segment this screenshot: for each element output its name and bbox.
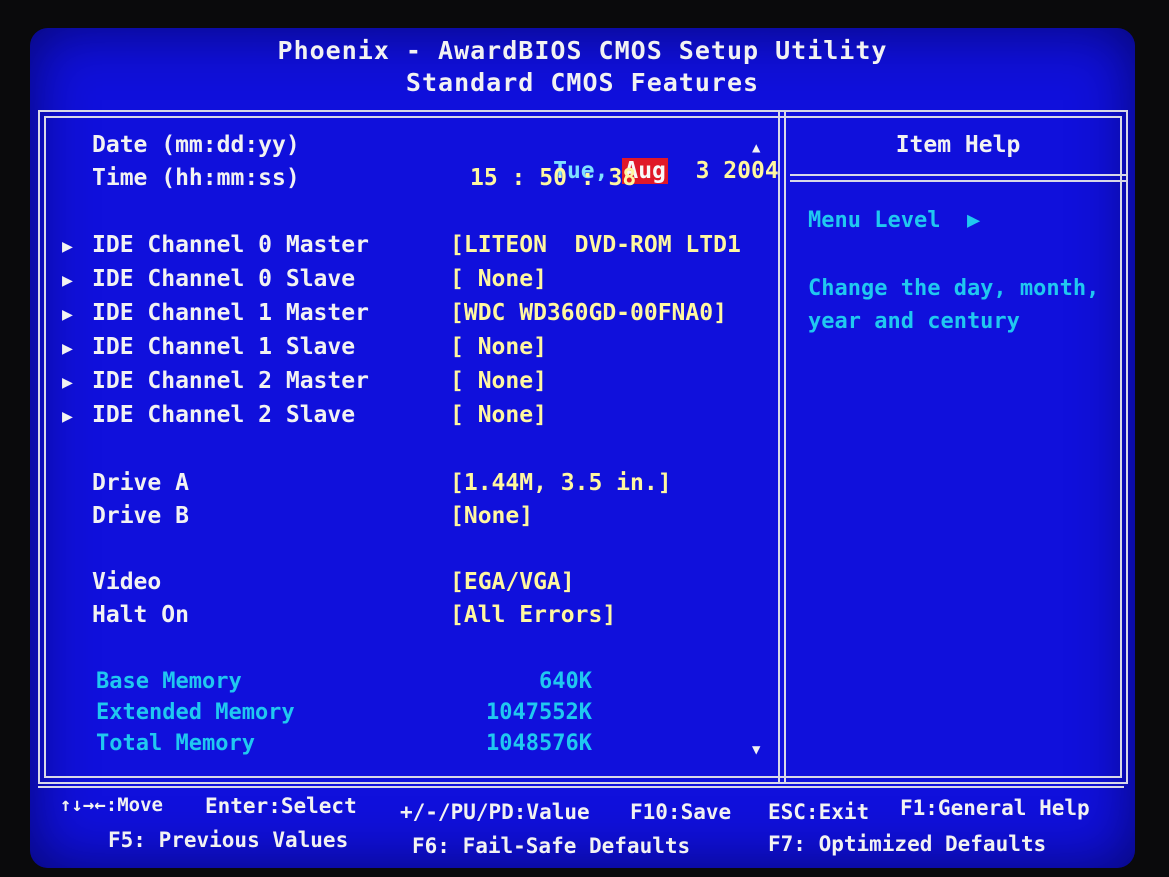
drive-a-label[interactable]: Drive A <box>92 470 189 496</box>
total-memory-label: Total Memory <box>96 731 255 756</box>
date-day-year[interactable]: 3 2004 <box>696 158 779 184</box>
scroll-down-icon[interactable]: ▼ <box>752 742 760 758</box>
help-separator <box>790 174 1126 182</box>
key-hint-move: ↑↓→←:Move <box>60 794 163 816</box>
help-text-line-1: Change the day, month, <box>808 276 1100 301</box>
key-hint-optimized-defaults: F7: Optimized Defaults <box>768 832 1047 856</box>
scroll-up-icon[interactable]: ▲ <box>752 140 760 156</box>
key-hint-fail-safe-defaults: F6: Fail-Safe Defaults <box>412 834 691 858</box>
submenu-arrow-icon: ▶ <box>62 304 73 325</box>
base-memory-value: 640K <box>539 669 592 694</box>
key-hint-general-help: F1:General Help <box>900 796 1090 820</box>
key-hint-exit: ESC:Exit <box>768 800 870 824</box>
ide-channel-0-master-value[interactable]: [LITEON DVD-ROM LTD1 <box>450 232 741 258</box>
time-label: Time (hh:mm:ss) <box>92 165 300 191</box>
help-panel-title: Item Help <box>895 132 1021 158</box>
menu-level-label: Menu Level ▶ <box>808 208 980 233</box>
total-memory-value: 1048576K <box>486 731 592 756</box>
panel-divider <box>778 112 786 782</box>
extended-memory-value: 1047552K <box>486 700 592 725</box>
ide-channel-1-master-label[interactable]: IDE Channel 1 Master <box>92 300 369 326</box>
key-hint-value: +/-/PU/PD:Value <box>400 800 590 824</box>
submenu-arrow-icon: ▶ <box>62 236 73 257</box>
ide-channel-0-master-label[interactable]: IDE Channel 0 Master <box>92 232 369 258</box>
drive-a-value[interactable]: [1.44M, 3.5 in.] <box>450 470 672 496</box>
ide-channel-2-slave-value[interactable]: [ None] <box>450 402 547 428</box>
key-hint-previous-values: F5: Previous Values <box>108 828 349 852</box>
drive-b-label[interactable]: Drive B <box>92 503 189 529</box>
bios-screen: Phoenix - AwardBIOS CMOS Setup Utility S… <box>30 28 1135 868</box>
main-frame: Item Help Date (mm:dd:yy) Tue, Aug 3 200… <box>38 110 1128 784</box>
video-label[interactable]: Video <box>92 569 161 595</box>
halt-on-value[interactable]: [All Errors] <box>450 602 616 628</box>
submenu-arrow-icon: ▶ <box>62 372 73 393</box>
help-text-line-2: year and century <box>808 309 1020 334</box>
key-hint-select: Enter:Select <box>205 794 357 818</box>
ide-channel-2-slave-label[interactable]: IDE Channel 2 Slave <box>92 402 355 428</box>
extended-memory-label: Extended Memory <box>96 700 295 725</box>
ide-channel-1-master-value[interactable]: [WDC WD360GD-00FNA0] <box>450 300 727 326</box>
time-field[interactable]: 15 : 50 : 38 <box>470 165 636 191</box>
ide-channel-1-slave-value[interactable]: [ None] <box>450 334 547 360</box>
drive-b-value[interactable]: [None] <box>450 503 533 529</box>
ide-channel-2-master-label[interactable]: IDE Channel 2 Master <box>92 368 369 394</box>
menu-level-text: Menu Level <box>808 208 941 233</box>
ide-channel-1-slave-label[interactable]: IDE Channel 1 Slave <box>92 334 355 360</box>
app-title: Phoenix - AwardBIOS CMOS Setup Utility <box>277 36 888 65</box>
key-hint-save: F10:Save <box>630 800 732 824</box>
page-title: Standard CMOS Features <box>405 68 760 97</box>
ide-channel-0-slave-label[interactable]: IDE Channel 0 Slave <box>92 266 355 292</box>
submenu-arrow-icon: ▶ <box>62 406 73 427</box>
submenu-arrow-icon: ▶ <box>62 338 73 359</box>
menu-level-arrow-icon: ▶ <box>966 208 981 233</box>
video-value[interactable]: [EGA/VGA] <box>450 569 575 595</box>
halt-on-label[interactable]: Halt On <box>92 602 189 628</box>
ide-channel-2-master-value[interactable]: [ None] <box>450 368 547 394</box>
submenu-arrow-icon: ▶ <box>62 270 73 291</box>
base-memory-label: Base Memory <box>96 669 242 694</box>
date-label: Date (mm:dd:yy) <box>92 132 300 158</box>
ide-channel-0-slave-value[interactable]: [ None] <box>450 266 547 292</box>
footer-separator <box>38 786 1124 788</box>
